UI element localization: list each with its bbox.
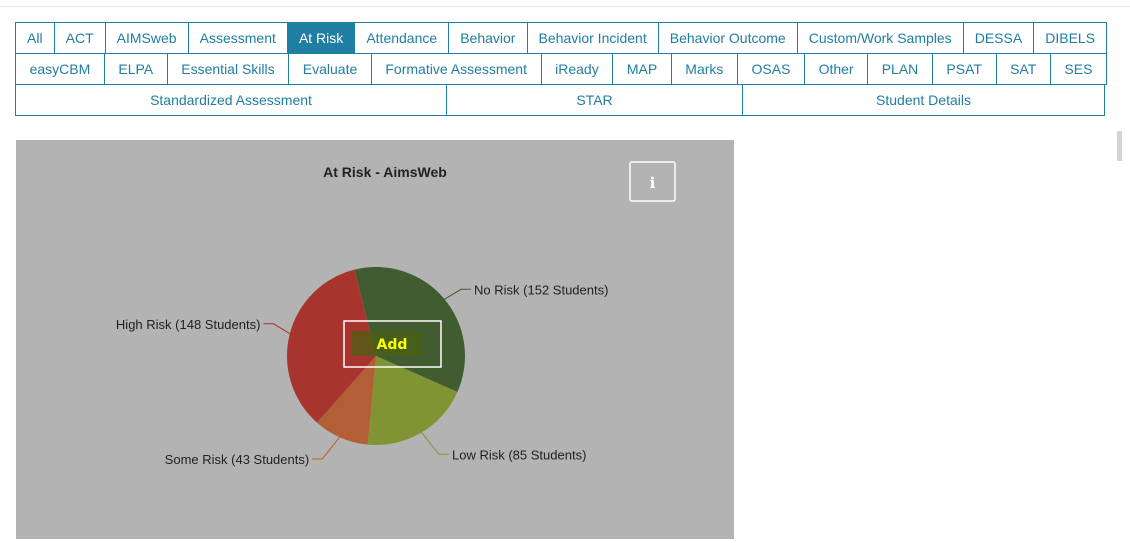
top-divider (0, 6, 1130, 7)
tab-dibels[interactable]: DIBELS (1033, 22, 1108, 54)
tab-marks[interactable]: Marks (670, 53, 738, 85)
tab-plan[interactable]: PLAN (867, 53, 933, 85)
pie-connector-low-risk (418, 428, 450, 455)
tab-assessment[interactable]: Assessment (187, 22, 288, 54)
tab-sat[interactable]: SAT (995, 53, 1051, 85)
pie-connector-no-risk (440, 288, 472, 302)
tab-attendance[interactable]: Attendance (354, 22, 450, 54)
pie-connector-some-risk (312, 433, 343, 460)
tab-ses[interactable]: SES (1049, 53, 1107, 85)
tab-custom-work-samples[interactable]: Custom/Work Samples (796, 22, 964, 54)
pie-connector-high-risk (263, 323, 294, 337)
pie-label-high-risk: High Risk (148 Students) (116, 317, 261, 332)
tab-act[interactable]: ACT (53, 22, 106, 54)
tab-iready[interactable]: iReady (540, 53, 614, 85)
tab-standardized-assessment[interactable]: Standardized Assessment (15, 84, 447, 116)
add-button-label: Add (377, 337, 408, 353)
info-icon: ℹ (650, 174, 656, 192)
tab-osas[interactable]: OSAS (736, 53, 806, 85)
tab-elpa[interactable]: ELPA (103, 53, 168, 85)
tab-formative-assessment[interactable]: Formative Assessment (370, 53, 542, 85)
tab-behavior[interactable]: Behavior (448, 22, 528, 54)
tab-star[interactable]: STAR (446, 84, 743, 116)
scrollbar-thumb[interactable] (1117, 131, 1122, 161)
tab-student-details[interactable]: Student Details (742, 84, 1105, 116)
tab-psat[interactable]: PSAT (931, 53, 997, 85)
chart-title: At Risk - AimsWeb (323, 164, 447, 180)
tab-behavior-incident[interactable]: Behavior Incident (526, 22, 659, 54)
tab-evaluate[interactable]: Evaluate (288, 53, 372, 85)
category-tabs: All ACT AIMSweb Assessment At Risk Attendance… (15, 22, 1108, 116)
tab-all[interactable]: All (15, 22, 55, 54)
tab-behavior-outcome[interactable]: Behavior Outcome (657, 22, 798, 54)
info-button[interactable]: ℹ (629, 161, 676, 202)
tab-other[interactable]: Other (804, 53, 869, 85)
tab-row-2: easyCBM ELPA Essential Skills Evaluate Forma… (15, 53, 1107, 85)
tab-aimsweb[interactable]: AIMSweb (104, 22, 189, 54)
pie-label-no-risk: No Risk (152 Students) (474, 282, 608, 297)
tab-essential-skills[interactable]: Essential Skills (166, 53, 290, 85)
pie-label-low-risk: Low Risk (85 Students) (452, 447, 586, 462)
tab-easycbm[interactable]: easyCBM (15, 53, 105, 85)
tab-row-3: Standardized Assessment STAR Student Detai… (15, 84, 1107, 116)
tab-map[interactable]: MAP (612, 53, 672, 85)
tab-row-1: All ACT AIMSweb Assessment At Risk Attendance… (15, 22, 1108, 54)
pie-label-some-risk: Some Risk (43 Students) (165, 452, 310, 467)
tab-at-risk[interactable]: At Risk (286, 22, 356, 54)
tab-dessa[interactable]: DESSA (962, 22, 1035, 54)
pie-chart: At Risk - AimsWeb ℹ No Risk (152 Student… (116, 161, 676, 467)
chart-panel: At Risk - AimsWeb ℹ No Risk (152 Student… (16, 140, 734, 539)
